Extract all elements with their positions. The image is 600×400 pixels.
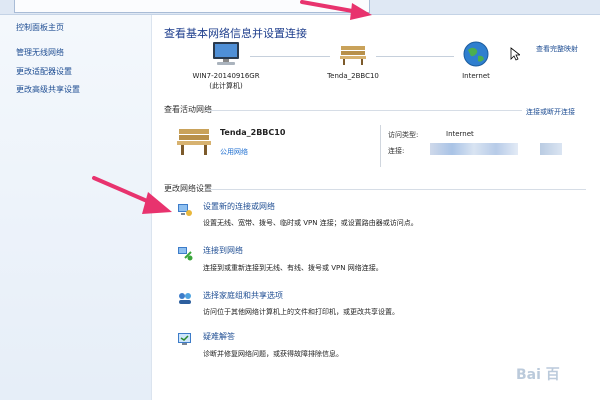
map-connector bbox=[250, 56, 330, 57]
network-divider bbox=[380, 125, 381, 167]
manage-wireless-link[interactable]: 管理无线网络 bbox=[16, 47, 64, 58]
map-connector bbox=[376, 56, 454, 57]
globe-icon[interactable] bbox=[462, 40, 490, 68]
network-type-link[interactable]: 公用网络 bbox=[220, 147, 248, 157]
homegroup-sharing-desc: 访问位于其他网络计算机上的文件和打印机，或更改共享设置。 bbox=[203, 308, 399, 316]
bench-network-icon[interactable] bbox=[338, 42, 368, 66]
troubleshoot-desc: 诊断并修复网络问题，或获得故障排除信息。 bbox=[203, 350, 343, 358]
section-divider bbox=[206, 110, 522, 111]
connect-to-network-link[interactable]: 连接到网络 bbox=[203, 245, 243, 256]
active-networks-heading: 查看活动网络 bbox=[164, 105, 212, 114]
connection-label: 连接: bbox=[388, 147, 405, 155]
computer-icon[interactable] bbox=[208, 40, 244, 68]
control-panel-home-link[interactable]: 控制面板主页 bbox=[16, 22, 64, 33]
new-connection-icon bbox=[178, 204, 192, 216]
blurred-connection-value bbox=[430, 143, 518, 155]
connect-network-icon bbox=[178, 247, 193, 261]
internet-node-label: Internet bbox=[462, 72, 490, 80]
change-settings-heading: 更改网络设置 bbox=[164, 184, 212, 193]
watermark-logo: Bai 百 bbox=[516, 367, 560, 383]
router-node-label: Tenda_2BBC10 bbox=[327, 72, 379, 80]
computer-node-label: WIN7-20140916GR bbox=[192, 72, 260, 80]
bench-network-icon bbox=[177, 129, 211, 155]
connect-to-network-desc: 连接到或重新连接到无线、有线、拨号或 VPN 网络连接。 bbox=[203, 264, 383, 272]
setup-new-connection-desc: 设置无线、宽带、拨号、临时或 VPN 连接；或设置路由器或访问点。 bbox=[203, 219, 418, 227]
network-name: Tenda_2BBC10 bbox=[220, 128, 286, 137]
troubleshoot-icon bbox=[178, 333, 191, 345]
mouse-cursor-icon bbox=[510, 47, 520, 61]
connect-disconnect-link[interactable]: 连接或断开连接 bbox=[526, 107, 575, 117]
see-full-map-link[interactable]: 查看完整映射 bbox=[536, 44, 578, 54]
change-adapter-settings-link[interactable]: 更改适配器设置 bbox=[16, 66, 72, 77]
computer-node-sub: (此计算机) bbox=[209, 82, 243, 90]
homegroup-sharing-link[interactable]: 选择家庭组和共享选项 bbox=[203, 290, 283, 301]
address-bar[interactable] bbox=[14, 0, 370, 13]
left-nav-pane: 控制面板主页 管理无线网络 更改适配器设置 更改高级共享设置 bbox=[0, 15, 152, 400]
access-type-label: 访问类型: bbox=[388, 131, 419, 139]
setup-new-connection-link[interactable]: 设置新的连接或网络 bbox=[203, 201, 275, 212]
blurred-connection-value bbox=[540, 143, 562, 155]
advanced-sharing-link[interactable]: 更改高级共享设置 bbox=[16, 84, 80, 95]
page-title: 查看基本网络信息并设置连接 bbox=[164, 27, 307, 40]
troubleshoot-link[interactable]: 疑难解答 bbox=[203, 331, 235, 342]
access-type-value: Internet bbox=[446, 130, 474, 138]
section-divider bbox=[206, 189, 586, 190]
homegroup-icon bbox=[179, 293, 191, 304]
